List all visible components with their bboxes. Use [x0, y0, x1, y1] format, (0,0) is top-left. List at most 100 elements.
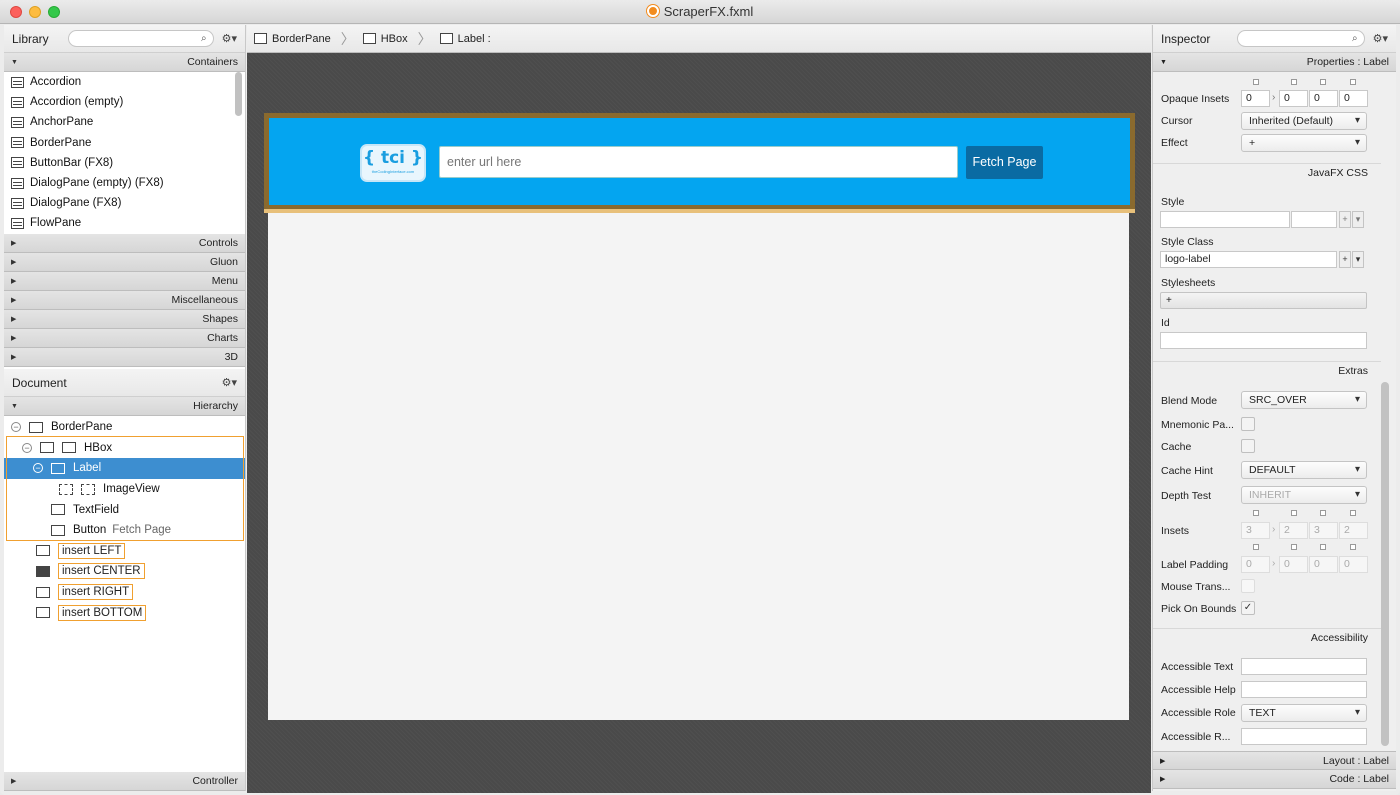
insert-bottom-label[interactable]: insert BOTTOM [58, 604, 147, 621]
hbox-preview[interactable]: { tci } theCodingInterface.com enter url… [264, 113, 1135, 213]
opaque-inset-field[interactable]: 0 [1241, 90, 1270, 107]
document-gear-icon[interactable]: ⚙▾ [222, 376, 237, 389]
minimize-window-button[interactable] [29, 6, 41, 18]
collapse-icon[interactable]: − [33, 463, 43, 474]
link-toggle[interactable] [1350, 79, 1356, 85]
insert-right-row[interactable]: insert RIGHT [4, 582, 245, 603]
depth-test-select[interactable]: INHERIT [1241, 486, 1367, 504]
cache-hint-select[interactable]: DEFAULT [1241, 461, 1367, 479]
breadcrumb-label-node[interactable]: Label : [439, 33, 491, 45]
insets-field[interactable]: 2 [1279, 522, 1308, 539]
pick-on-bounds-checkbox[interactable]: ✓ [1241, 601, 1255, 615]
collapse-icon[interactable]: − [11, 422, 21, 433]
inspector-scrollbar[interactable] [1381, 382, 1389, 746]
link-toggle[interactable] [1350, 544, 1356, 550]
style-menu-button[interactable]: ▾ [1352, 211, 1364, 228]
label-padding-field[interactable]: 0 [1279, 556, 1308, 573]
cache-checkbox[interactable] [1241, 439, 1255, 453]
section-controller[interactable]: ▶ Controller [4, 772, 245, 791]
tree-node-label-selected[interactable]: − Label [4, 458, 245, 479]
insert-bottom-row[interactable]: insert BOTTOM [4, 602, 245, 623]
library-item[interactable]: DialogPane (FX8) [4, 193, 245, 213]
section-hierarchy[interactable]: ▼ Hierarchy [4, 397, 245, 416]
tree-node-button[interactable]: Button Fetch Page [4, 520, 245, 541]
breadcrumb-borderpane[interactable]: BorderPane [254, 33, 331, 45]
style-class-add-button[interactable]: + [1339, 251, 1351, 268]
link-toggle[interactable] [1253, 79, 1259, 85]
link-toggle[interactable] [1320, 79, 1326, 85]
library-search-input[interactable]: ⌕ [67, 30, 214, 47]
zoom-window-button[interactable] [48, 6, 60, 18]
opaque-inset-field[interactable]: 0 [1309, 90, 1338, 107]
library-scrollbar[interactable] [235, 72, 242, 116]
library-gear-icon[interactable]: ⚙▾ [222, 32, 237, 45]
section-controls[interactable]: ▶ Controls [4, 234, 245, 253]
inspector-gear-icon[interactable]: ⚙▾ [1373, 32, 1388, 45]
accessible-help-input[interactable] [1241, 681, 1367, 698]
insets-field[interactable]: 2 [1339, 522, 1368, 539]
accessible-role-select[interactable]: TEXT [1241, 704, 1367, 722]
mnemonic-parsing-checkbox[interactable] [1241, 417, 1255, 431]
opaque-inset-field[interactable]: 0 [1339, 90, 1368, 107]
accessible-text-input[interactable] [1241, 658, 1367, 675]
section-miscellaneous[interactable]: ▶ Miscellaneous [4, 291, 245, 310]
insets-field[interactable]: 3 [1241, 522, 1270, 539]
logo-label[interactable]: { tci } theCodingInterface.com [360, 144, 426, 182]
inspector-search-input[interactable]: ⌕ [1236, 30, 1365, 47]
library-item[interactable]: ButtonBar (FX8) [4, 153, 245, 173]
section-containers[interactable]: ▼ Containers [4, 53, 245, 72]
style-class-menu-button[interactable]: ▾ [1352, 251, 1364, 268]
blend-mode-select[interactable]: SRC_OVER [1241, 391, 1367, 409]
link-toggle[interactable] [1253, 510, 1259, 516]
tree-node-imageview[interactable]: ImageView [4, 479, 245, 500]
section-charts[interactable]: ▶ Charts [4, 329, 245, 348]
effect-select[interactable]: + [1241, 134, 1367, 152]
insert-left-row[interactable]: insert LEFT [4, 541, 245, 562]
tree-node-hbox[interactable]: − HBox [4, 438, 245, 459]
style-class-input[interactable]: logo-label [1160, 251, 1337, 268]
id-input[interactable] [1160, 332, 1367, 349]
library-item[interactable]: Accordion [4, 72, 245, 92]
link-toggle[interactable] [1253, 544, 1259, 550]
opaque-inset-field[interactable]: 0 [1279, 90, 1308, 107]
library-item[interactable]: BorderPane [4, 133, 245, 153]
insert-center-label[interactable]: insert CENTER [58, 563, 145, 580]
label-padding-field[interactable]: 0 [1309, 556, 1338, 573]
collapse-icon[interactable]: − [22, 442, 32, 453]
link-toggle[interactable] [1291, 544, 1297, 550]
insert-left-label[interactable]: insert LEFT [58, 542, 126, 559]
design-canvas[interactable]: { tci } theCodingInterface.com enter url… [247, 53, 1151, 793]
section-shapes[interactable]: ▶ Shapes [4, 310, 245, 329]
url-input[interactable]: enter url here [439, 146, 958, 178]
style-value-input[interactable] [1291, 211, 1337, 228]
link-toggle[interactable] [1320, 510, 1326, 516]
style-input[interactable] [1160, 211, 1290, 228]
link-toggle[interactable] [1320, 544, 1326, 550]
tree-node-textfield[interactable]: TextField [4, 499, 245, 520]
section-menu[interactable]: ▶ Menu [4, 272, 245, 291]
close-window-button[interactable] [10, 6, 22, 18]
link-toggle[interactable] [1291, 79, 1297, 85]
style-add-button[interactable]: + [1339, 211, 1351, 228]
library-item[interactable]: AnchorPane [4, 112, 245, 132]
section-3d[interactable]: ▶ 3D [4, 348, 245, 367]
insert-center-row[interactable]: insert CENTER [4, 561, 245, 582]
section-gluon[interactable]: ▶ Gluon [4, 253, 245, 272]
section-properties[interactable]: ▼ Properties : Label [1153, 53, 1396, 72]
fetch-page-button[interactable]: Fetch Page [966, 146, 1043, 179]
section-layout[interactable]: ▶ Layout : Label [1153, 751, 1396, 770]
insets-field[interactable]: 3 [1309, 522, 1338, 539]
mouse-transparent-checkbox[interactable] [1241, 579, 1255, 593]
cursor-select[interactable]: Inherited (Default) [1241, 112, 1367, 130]
label-padding-field[interactable]: 0 [1241, 556, 1270, 573]
link-toggle[interactable] [1350, 510, 1356, 516]
label-padding-field[interactable]: 0 [1339, 556, 1368, 573]
stylesheets-add-button[interactable]: + [1160, 292, 1367, 309]
breadcrumb-hbox[interactable]: HBox [362, 33, 408, 45]
link-toggle[interactable] [1291, 510, 1297, 516]
library-item[interactable]: Accordion (empty) [4, 92, 245, 112]
accessible-role-description-input[interactable] [1241, 728, 1367, 745]
section-code[interactable]: ▶ Code : Label [1153, 770, 1396, 789]
insert-right-label[interactable]: insert RIGHT [58, 584, 134, 601]
tree-node-borderpane[interactable]: − BorderPane [4, 417, 245, 438]
